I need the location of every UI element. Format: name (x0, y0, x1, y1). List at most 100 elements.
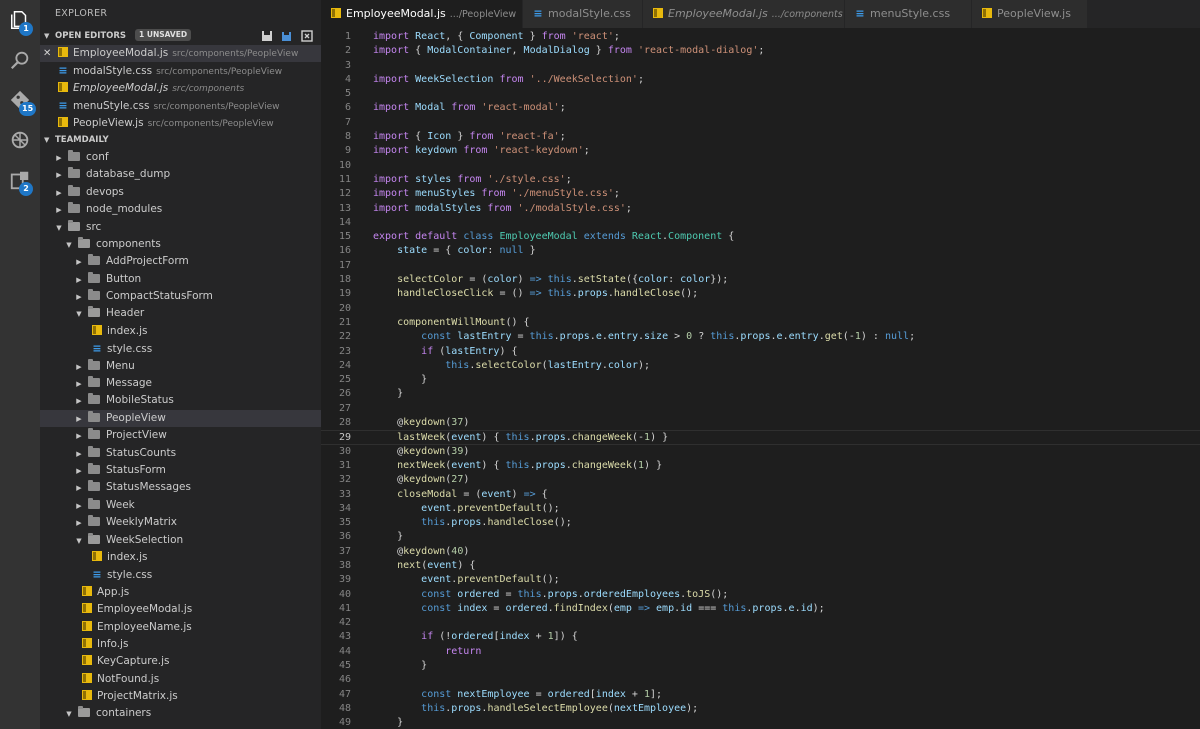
code-line[interactable]: 22 const lastEntry = this.props.e.entry.… (321, 330, 1200, 344)
folder-item[interactable]: ▶ Message (40, 375, 321, 392)
close-all-icon[interactable] (301, 30, 313, 42)
code-line[interactable]: 26 } (321, 387, 1200, 401)
code-line[interactable]: 13 import modalStyles from './modalStyle.… (321, 202, 1200, 216)
folder-item[interactable]: ▶ Button (40, 271, 321, 288)
code-line[interactable]: 48 this.props.handleSelectEmployee(nextE… (321, 702, 1200, 716)
open-editors-header[interactable]: ▼ OPEN EDITORS 1 UNSAVED (40, 28, 321, 45)
code-line[interactable]: 18 selectColor = (color) => this.setStat… (321, 273, 1200, 287)
code-line[interactable]: 28 @keydown(37) (321, 416, 1200, 430)
file-item[interactable]: App.js (40, 584, 321, 601)
code-line[interactable]: 37 @keydown(40) (321, 545, 1200, 559)
folder-item[interactable]: ▶ StatusForm (40, 462, 321, 479)
file-item[interactable]: Info.js (40, 636, 321, 653)
code-line[interactable]: 1 import React, { Component } from 'react… (321, 30, 1200, 44)
folder-item[interactable]: ▼ WeekSelection (40, 532, 321, 549)
code-line[interactable]: 15 export default class EmployeeModal ext… (321, 230, 1200, 244)
code-line[interactable]: 7 (321, 116, 1200, 130)
folder-item[interactable]: ▶ node_modules (40, 201, 321, 218)
folder-item[interactable]: ▼ Header (40, 305, 321, 322)
code-line[interactable]: 34 event.preventDefault(); (321, 502, 1200, 516)
open-editor-item[interactable]: ✕ EmployeeModal.js src/components/PeopleVi… (40, 45, 321, 63)
file-item[interactable]: NotFound.js (40, 671, 321, 688)
open-editor-item[interactable]: ≡ modalStyle.css src/components/PeopleView (40, 62, 321, 79)
folder-item[interactable]: ▼ src (40, 219, 321, 236)
code-line[interactable]: 23 if (lastEntry) { (321, 345, 1200, 359)
folder-item[interactable]: ▶ PeopleView (40, 409, 321, 428)
folder-item[interactable]: ▶ WeeklyMatrix (40, 514, 321, 531)
code-line[interactable]: 35 this.props.handleClose(); (321, 516, 1200, 530)
tab-employeemodal-js[interactable]: EmployeeModal.js .../components (643, 0, 845, 28)
file-item[interactable]: EmployeeModal.js (40, 601, 321, 618)
code-line[interactable]: 19 handleCloseClick = () => this.props.h… (321, 287, 1200, 301)
folder-item[interactable]: ▶ AddProjectForm (40, 253, 321, 270)
code-line[interactable]: 6 import Modal from 'react-modal'; (321, 101, 1200, 115)
code-line[interactable]: 17 (321, 259, 1200, 273)
folder-item[interactable]: ▶ ProjectView (40, 427, 321, 444)
folder-item[interactable]: ▶ CompactStatusForm (40, 288, 321, 305)
close-icon[interactable]: ✕ (43, 45, 51, 62)
search-activity-button[interactable] (0, 40, 40, 80)
code-line[interactable]: 45 } (321, 659, 1200, 673)
code-line[interactable]: 20 (321, 302, 1200, 316)
tab-modalstyle-css[interactable]: ≡ modalStyle.css (523, 0, 643, 28)
folder-item[interactable]: ▶ Week (40, 497, 321, 514)
folder-item[interactable]: ▶ StatusCounts (40, 445, 321, 462)
folder-item[interactable]: ▶ Menu (40, 358, 321, 375)
save-all-icon[interactable] (261, 30, 273, 42)
tab-employeemodal-js[interactable]: EmployeeModal.js .../PeopleView (321, 0, 536, 28)
folder-item[interactable]: ▶ devops (40, 184, 321, 201)
code-line[interactable]: 4 import WeekSelection from '../WeekSelec… (321, 73, 1200, 87)
code-line[interactable]: 40 const ordered = this.props.orderedEmp… (321, 588, 1200, 602)
open-editor-item[interactable]: PeopleView.js src/components/PeopleView (40, 115, 321, 132)
code-line[interactable]: 25 } (321, 373, 1200, 387)
file-item[interactable]: KeyCapture.js (40, 653, 321, 670)
code-editor[interactable]: 1 import React, { Component } from 'react… (321, 28, 1200, 729)
code-line[interactable]: 30 @keydown(39) (321, 445, 1200, 459)
code-line[interactable]: 43 if (!ordered[index + 1]) { (321, 630, 1200, 644)
save-icon[interactable] (281, 30, 293, 42)
file-item[interactable]: index.js (40, 549, 321, 566)
explorer-activity-button[interactable]: 1 (0, 0, 40, 40)
code-line[interactable]: 27 (321, 402, 1200, 416)
code-line[interactable]: 49 } (321, 716, 1200, 729)
folder-item[interactable]: ▶ StatusMessages (40, 479, 321, 496)
source-control-activity-button[interactable]: 15 (0, 80, 40, 120)
code-line[interactable]: 21 componentWillMount() { (321, 316, 1200, 330)
code-line[interactable]: 31 nextWeek(event) { this.props.changeWe… (321, 459, 1200, 473)
project-header[interactable]: ▼ TEAMDAILY (40, 132, 321, 149)
file-item[interactable]: ≡ style.css (40, 340, 321, 357)
extensions-activity-button[interactable]: 2 (0, 160, 40, 200)
code-line[interactable]: 44 return (321, 645, 1200, 659)
code-line[interactable]: 38 next(event) { (321, 559, 1200, 573)
tab-peopleview-js[interactable]: PeopleView.js (972, 0, 1088, 28)
file-item[interactable]: ProjectMatrix.js (40, 688, 321, 705)
code-line[interactable]: 3 (321, 59, 1200, 73)
code-line[interactable]: 5 (321, 87, 1200, 101)
code-line[interactable]: 11 import styles from './style.css'; (321, 173, 1200, 187)
code-line[interactable]: 10 (321, 159, 1200, 173)
code-line[interactable]: 14 (321, 216, 1200, 230)
file-item[interactable]: EmployeeName.js (40, 619, 321, 636)
code-line[interactable]: 16 state = { color: null } (321, 244, 1200, 258)
code-line[interactable]: 42 (321, 616, 1200, 630)
file-item[interactable]: index.js (40, 323, 321, 340)
code-line[interactable]: 46 (321, 673, 1200, 687)
folder-item[interactable]: ▼ components (40, 236, 321, 253)
folder-item[interactable]: ▶ database_dump (40, 166, 321, 183)
tab-menustyle-css[interactable]: ≡ menuStyle.css (845, 0, 972, 28)
code-line[interactable]: 36 } (321, 530, 1200, 544)
folder-item[interactable]: ▼ containers (40, 705, 321, 722)
code-line[interactable]: 9 import keydown from 'react-keydown'; (321, 144, 1200, 158)
file-item[interactable]: ≡ style.css (40, 566, 321, 583)
open-editor-item[interactable]: EmployeeModal.js src/components (40, 80, 321, 97)
code-line[interactable]: 33 closeModal = (event) => { (321, 488, 1200, 502)
open-editor-item[interactable]: ≡ menuStyle.css src/components/PeopleView (40, 97, 321, 114)
code-line[interactable]: 39 event.preventDefault(); (321, 573, 1200, 587)
code-line[interactable]: 12 import menuStyles from './menuStyle.cs… (321, 187, 1200, 201)
code-line[interactable]: 29 lastWeek(event) { this.props.changeWe… (321, 430, 1200, 445)
folder-item[interactable]: ▶ conf (40, 149, 321, 166)
debug-activity-button[interactable] (0, 120, 40, 160)
code-line[interactable]: 2 import { ModalContainer, ModalDialog } … (321, 44, 1200, 58)
folder-item[interactable]: ▶ MobileStatus (40, 392, 321, 409)
code-line[interactable]: 47 const nextEmployee = ordered[index + … (321, 688, 1200, 702)
